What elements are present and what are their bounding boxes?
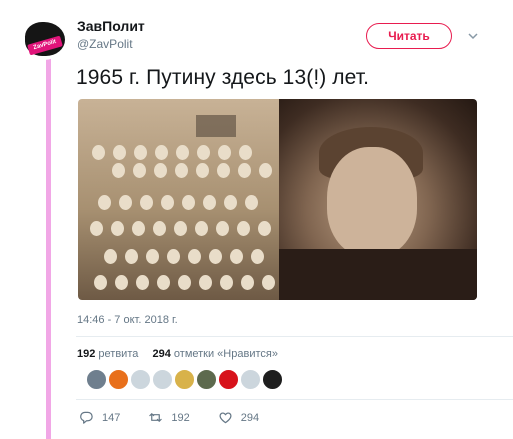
student-face (262, 275, 275, 290)
student-face (133, 163, 146, 178)
retweet-count: 192 (171, 411, 190, 424)
liker-avatar[interactable] (240, 369, 261, 390)
student-face (203, 195, 216, 210)
student-face (217, 163, 230, 178)
liker-avatar[interactable] (174, 369, 195, 390)
student-face (245, 195, 258, 210)
student-face (178, 275, 191, 290)
student-face (209, 249, 222, 264)
student-face (146, 249, 159, 264)
divider (76, 399, 513, 400)
student-face (238, 163, 251, 178)
student-face (197, 145, 210, 160)
student-face (230, 249, 243, 264)
student-face (176, 145, 189, 160)
liker-avatar[interactable] (108, 369, 129, 390)
student-face (188, 249, 201, 264)
student-face (90, 221, 103, 236)
class-photo (78, 99, 279, 300)
divider (76, 336, 513, 337)
student-face (175, 163, 188, 178)
student-face (259, 163, 272, 178)
retweet-icon (149, 413, 163, 422)
liker-avatar[interactable] (218, 369, 239, 390)
tweet-actions: 147 192 294 (79, 410, 287, 425)
student-face (161, 195, 174, 210)
like-count: 294 (240, 411, 260, 424)
student-face (94, 275, 107, 290)
heart-icon (219, 412, 232, 424)
like-button[interactable]: 294 (218, 410, 287, 425)
retweets-count[interactable]: 192 (77, 348, 95, 360)
student-face (98, 195, 111, 210)
student-face (237, 221, 250, 236)
student-face (174, 221, 187, 236)
portrait-coat (279, 249, 477, 300)
portrait-photo (279, 99, 477, 300)
student-face (167, 249, 180, 264)
student-face (199, 275, 212, 290)
liker-avatar[interactable] (196, 369, 217, 390)
student-face (111, 221, 124, 236)
retweet-button[interactable]: 192 (148, 410, 217, 425)
portrait-face (327, 147, 417, 257)
student-face (112, 163, 125, 178)
thread-rail (46, 57, 51, 439)
liker-avatar[interactable] (262, 369, 283, 390)
engagement-stats: 192 ретвита 294 отметки «Нравится» (77, 348, 278, 360)
student-face (132, 221, 145, 236)
student-face (195, 221, 208, 236)
student-face (155, 145, 168, 160)
display-name[interactable]: ЗавПолит (77, 18, 145, 34)
tweet-timestamp[interactable]: 14:46 - 7 окт. 2018 г. (77, 314, 178, 326)
student-face (140, 195, 153, 210)
student-face (115, 275, 128, 290)
student-face (182, 195, 195, 210)
student-face (154, 163, 167, 178)
tweet-media[interactable] (78, 99, 477, 300)
liker-avatars (86, 369, 283, 390)
liker-avatar[interactable] (152, 369, 173, 390)
student-face (134, 145, 147, 160)
blackboard (196, 115, 236, 137)
reply-icon (80, 411, 93, 424)
student-face (153, 221, 166, 236)
student-face (220, 275, 233, 290)
liker-avatar[interactable] (130, 369, 151, 390)
student-face (136, 275, 149, 290)
student-face (218, 145, 231, 160)
handle[interactable]: @ZavPolit (77, 37, 133, 51)
liker-avatar[interactable] (86, 369, 107, 390)
avatar[interactable]: ZavPolit (22, 16, 66, 60)
student-face (258, 221, 271, 236)
student-face (224, 195, 237, 210)
student-face (119, 195, 132, 210)
tweet-text: 1965 г. Путину здесь 13(!) лет. (76, 66, 370, 89)
student-face (125, 249, 138, 264)
reply-button[interactable]: 147 (79, 410, 148, 425)
student-face (113, 145, 126, 160)
likes-label[interactable]: отметки «Нравится» (174, 348, 278, 360)
chevron-down-icon[interactable] (466, 29, 480, 43)
student-face (216, 221, 229, 236)
likes-count[interactable]: 294 (152, 348, 170, 360)
student-face (92, 145, 105, 160)
student-face (239, 145, 252, 160)
student-face (157, 275, 170, 290)
retweets-label[interactable]: ретвита (98, 348, 138, 360)
follow-button[interactable]: Читать (366, 23, 452, 49)
student-face (241, 275, 254, 290)
student-face (104, 249, 117, 264)
reply-count: 147 (102, 411, 121, 424)
student-face (196, 163, 209, 178)
student-face (251, 249, 264, 264)
